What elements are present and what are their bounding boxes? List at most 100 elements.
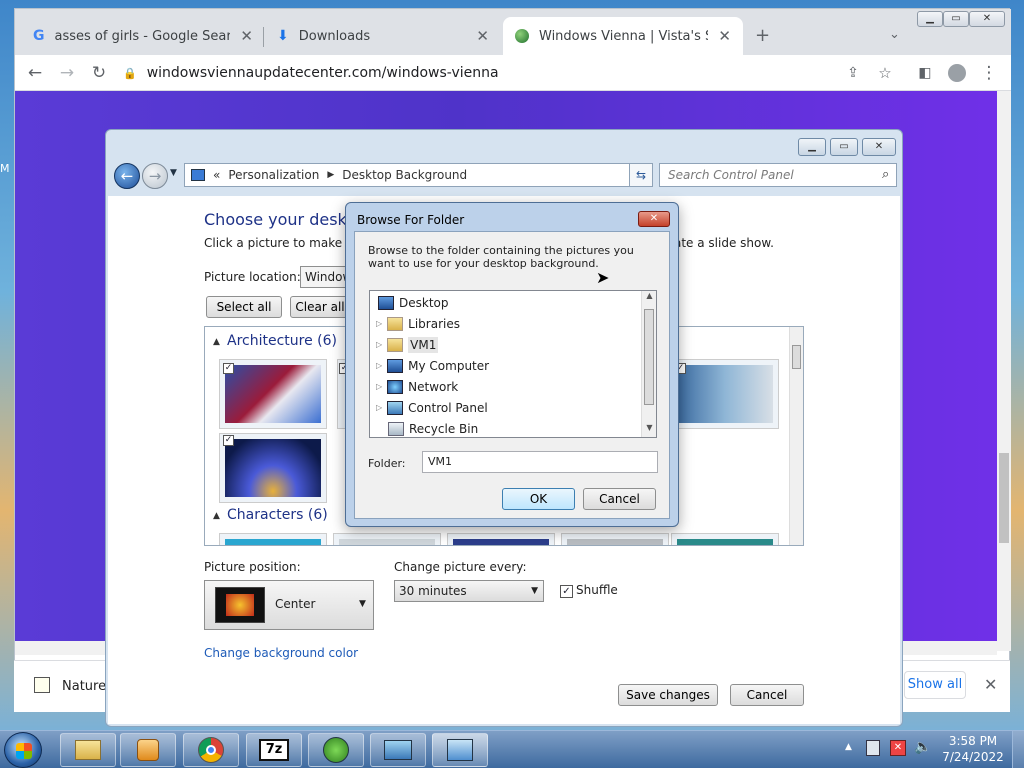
select-all-button[interactable]: Select all <box>206 296 282 318</box>
ok-button[interactable]: OK <box>502 488 575 510</box>
wallpaper-thumbnail[interactable] <box>219 359 327 429</box>
thumbnail-checkbox[interactable]: ✓ <box>223 363 234 374</box>
breadcrumb-separator-icon[interactable]: ▶ <box>327 170 334 180</box>
wallpaper-thumbnail[interactable] <box>219 533 327 545</box>
wallpaper-thumbnail[interactable] <box>333 533 441 545</box>
close-window-button[interactable]: ✕ <box>862 138 896 156</box>
reload-icon[interactable]: ↻ <box>87 61 111 85</box>
desktop-icon <box>378 295 394 310</box>
clock-date[interactable]: 7/24/2022 <box>940 750 1006 764</box>
7zip-icon: 7z <box>259 739 289 761</box>
close-tab-icon[interactable]: ✕ <box>240 27 253 45</box>
change-interval-select[interactable]: 30 minutes ▼ <box>394 580 544 602</box>
wallpaper-thumbnail[interactable] <box>561 533 669 545</box>
folder-label: Folder: <box>368 457 406 470</box>
new-tab-icon[interactable]: + <box>755 25 770 46</box>
gallery-scrollbar[interactable] <box>789 327 803 545</box>
breadcrumb-personalization[interactable]: Personalization <box>228 168 319 182</box>
cancel-button[interactable]: Cancel <box>730 684 804 706</box>
tree-item-libraries[interactable]: ▷ Libraries <box>376 313 460 334</box>
maximize-button[interactable]: ▭ <box>943 11 969 27</box>
folder-field[interactable]: VM1 <box>422 451 658 473</box>
collapse-arrow-icon[interactable]: ▲ <box>213 337 220 347</box>
profile-avatar-icon[interactable] <box>945 61 969 85</box>
taskbar-picture-viewer-button[interactable] <box>370 733 426 767</box>
taskbar-control-panel-button[interactable] <box>432 733 488 767</box>
network-tray-icon[interactable] <box>866 740 880 756</box>
expand-arrow-icon[interactable]: ▷ <box>376 382 382 391</box>
wallpaper-thumbnail[interactable] <box>671 359 779 429</box>
thumbnail-checkbox[interactable]: ✓ <box>223 435 234 446</box>
cancel-button[interactable]: Cancel <box>583 488 656 510</box>
clear-all-button[interactable]: Clear all <box>290 296 350 318</box>
change-background-color-link[interactable]: Change background color <box>204 646 358 660</box>
search-input[interactable]: Search Control Panel <box>659 163 897 187</box>
volume-icon[interactable]: 🔈 <box>914 739 931 755</box>
tree-item-my-computer[interactable]: ▷ My Computer <box>376 355 489 376</box>
clock-time[interactable]: 3:58 PM <box>940 734 1006 748</box>
address-bar[interactable]: 🔒 windowsviennaupdatecenter.com/windows-… <box>123 59 843 87</box>
collapse-arrow-icon[interactable]: ▲ <box>213 511 220 521</box>
close-shelf-icon[interactable]: ✕ <box>984 675 997 694</box>
taskbar-media-player-button[interactable] <box>120 733 176 767</box>
expand-arrow-icon[interactable]: ▷ <box>376 403 382 412</box>
forward-arrow-icon[interactable]: → <box>55 61 79 85</box>
tab-windows-vienna[interactable]: Windows Vienna | Vista's Site ✕ <box>503 17 743 55</box>
back-arrow-icon[interactable]: ← <box>23 61 47 85</box>
wallpaper-thumbnail[interactable] <box>219 433 327 503</box>
expand-arrow-icon[interactable]: ▷ <box>376 340 382 349</box>
dialog-body: Browse to the folder containing the pict… <box>354 231 670 519</box>
address-bar[interactable]: « Personalization ▶ Desktop Background ▼ <box>184 163 646 187</box>
breadcrumb-desktop-background[interactable]: Desktop Background <box>342 168 467 182</box>
close-tab-icon[interactable]: ✕ <box>476 27 489 45</box>
maximize-button[interactable]: ▭ <box>830 138 858 156</box>
tree-item-desktop[interactable]: Desktop <box>378 292 449 313</box>
show-hidden-icons-icon[interactable]: ▲ <box>845 742 852 752</box>
bookmark-star-icon[interactable]: ☆ <box>873 61 897 85</box>
taskbar-7zip-button[interactable]: 7z <box>246 733 302 767</box>
explorer-navbar: ← → ▼ « Personalization ▶ Desktop Backgr… <box>114 160 897 192</box>
group-header-architecture[interactable]: Architecture (6) <box>227 333 337 349</box>
taskbar-chrome-button[interactable] <box>183 733 239 767</box>
tree-item-vm1[interactable]: ▷ VM1 <box>376 334 439 355</box>
save-changes-button[interactable]: Save changes <box>618 684 718 706</box>
expand-arrow-icon[interactable]: ▷ <box>376 319 382 328</box>
shuffle-checkbox[interactable]: ✓ <box>560 585 573 598</box>
show-all-button[interactable]: Show all <box>904 671 966 699</box>
tree-item-control-panel[interactable]: ▷ Control Panel <box>376 397 488 418</box>
tab-google-search[interactable]: G asses of girls - Google Search ✕ <box>21 17 265 55</box>
forward-arrow-icon[interactable]: → <box>142 163 168 189</box>
expand-arrow-icon[interactable]: ▷ <box>376 361 382 370</box>
action-center-flag-icon[interactable]: ✕ <box>890 740 906 756</box>
breadcrumb-overflow-icon[interactable]: « <box>213 168 220 182</box>
share-icon[interactable]: ⇪ <box>841 61 865 85</box>
menu-kebab-icon[interactable]: ⋮ <box>977 61 1001 85</box>
folder-tree[interactable]: Desktop ▷ Libraries ▷ VM1 ▷ My Computer … <box>369 290 657 438</box>
tree-scrollbar[interactable]: ▲ ▼ <box>641 291 656 437</box>
recent-pages-chevron-icon[interactable]: ▼ <box>170 168 177 178</box>
show-desktop-button[interactable] <box>1012 731 1024 768</box>
picture-position-select[interactable]: Center ▼ <box>204 580 374 630</box>
tree-item-label: Control Panel <box>408 400 488 415</box>
vertical-scrollbar[interactable] <box>997 91 1011 651</box>
minimize-button[interactable]: ▁ <box>917 11 943 27</box>
download-item-name[interactable]: Nature <box>62 679 106 694</box>
minimize-button[interactable]: ▁ <box>798 138 826 156</box>
side-panel-icon[interactable]: ◧ <box>913 61 937 85</box>
tree-item-recycle-bin[interactable]: Recycle Bin <box>388 418 478 439</box>
back-arrow-icon[interactable]: ← <box>114 163 140 189</box>
start-button[interactable] <box>4 732 42 768</box>
wallpaper-thumbnail[interactable] <box>671 533 779 545</box>
tree-item-network[interactable]: ▷ Network <box>376 376 458 397</box>
picture-viewer-icon <box>384 740 412 760</box>
group-header-characters[interactable]: Characters (6) <box>227 507 328 523</box>
wallpaper-thumbnail[interactable] <box>447 533 555 545</box>
tab-search-chevron-icon[interactable]: ⌄ <box>889 27 900 42</box>
taskbar-windows-update-button[interactable] <box>308 733 364 767</box>
tab-downloads[interactable]: ⬇ Downloads ✕ <box>265 17 501 55</box>
close-tab-icon[interactable]: ✕ <box>718 27 731 45</box>
taskbar-explorer-button[interactable] <box>60 733 116 767</box>
close-dialog-button[interactable]: ✕ <box>638 211 670 227</box>
refresh-icon[interactable]: ⇆ <box>629 163 653 187</box>
close-window-button[interactable]: ✕ <box>969 11 1005 27</box>
